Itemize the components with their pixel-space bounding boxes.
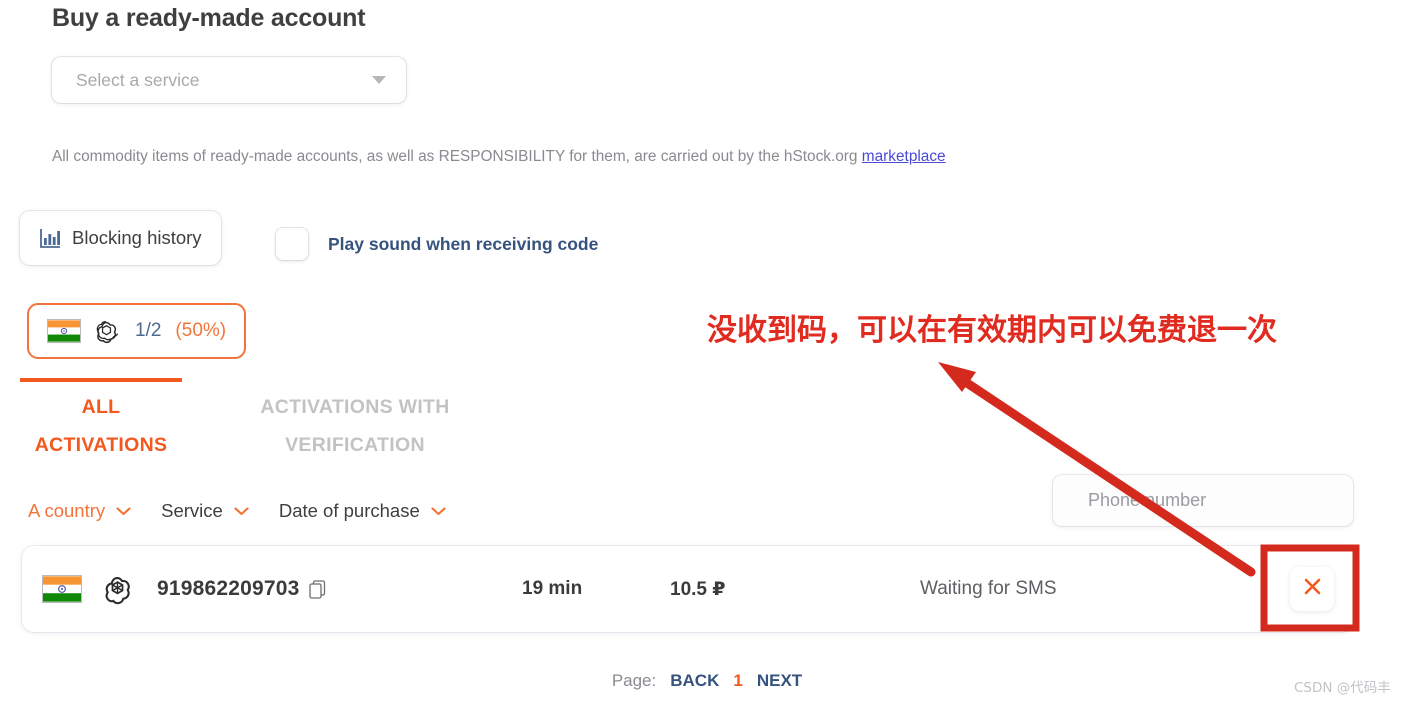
- copy-icon[interactable]: [300, 579, 326, 599]
- marketplace-notice-text: All commodity items of ready-made accoun…: [52, 148, 862, 165]
- filter-service-label: Service: [161, 500, 223, 521]
- play-sound-label: Play sound when receiving code: [328, 233, 599, 254]
- india-flag-icon: [42, 575, 82, 603]
- tab-all-activations[interactable]: ALL ACTIVATIONS: [20, 378, 182, 464]
- filter-bar: A country Service Date of purchase: [28, 500, 468, 522]
- filter-country[interactable]: A country: [28, 500, 131, 522]
- annotation-text: 没收到码，可以在有效期内可以免费退一次: [707, 313, 1277, 348]
- tab-activations-with-verification[interactable]: ACTIVATIONS WITH VERIFICATION: [226, 378, 484, 464]
- annotation-arrow-icon: [938, 362, 1256, 577]
- chevron-down-icon: [223, 506, 249, 516]
- page-title: Buy a ready-made account: [52, 4, 366, 32]
- activation-tabs: ALL ACTIVATIONS ACTIVATIONS WITH VERIFIC…: [20, 378, 484, 464]
- table-row[interactable]: 919862209703 19 min 10.5 ₽ Waiting for S…: [22, 546, 1354, 632]
- activation-status: Waiting for SMS: [920, 578, 1057, 599]
- blocking-history-button[interactable]: Blocking history: [20, 211, 221, 265]
- pagination-next[interactable]: NEXT: [757, 671, 802, 691]
- marketplace-link[interactable]: marketplace: [862, 148, 946, 165]
- chevron-down-icon: [372, 76, 386, 84]
- phone-number-value: 919862209703: [157, 577, 300, 600]
- blocking-history-label: Blocking history: [72, 227, 202, 248]
- play-sound-option[interactable]: Play sound when receiving code: [276, 228, 598, 260]
- india-flag-icon: [47, 319, 81, 343]
- bar-chart-icon: [39, 227, 62, 250]
- watermark: CSDN @代码丰: [1294, 680, 1391, 696]
- phone-number-search[interactable]: [1053, 475, 1353, 526]
- pagination-page-1[interactable]: 1: [733, 671, 742, 691]
- service-select[interactable]: Select a service: [52, 57, 406, 103]
- play-sound-checkbox[interactable]: [276, 228, 308, 260]
- marketplace-notice: All commodity items of ready-made accoun…: [52, 148, 946, 166]
- counter-percent: (50%): [175, 320, 227, 341]
- filter-country-label: A country: [28, 500, 106, 521]
- chevron-down-icon: [420, 506, 446, 516]
- page-root: Buy a ready-made account Select a servic…: [0, 0, 1414, 702]
- chevron-down-icon: [105, 506, 131, 516]
- activation-time: 19 min: [522, 578, 583, 599]
- pagination-label: Page:: [611, 671, 657, 690]
- filter-service[interactable]: Service: [161, 500, 249, 522]
- openai-logo-icon: [102, 574, 133, 605]
- filter-date-of-purchase[interactable]: Date of purchase: [279, 500, 446, 522]
- activation-counter-badge[interactable]: 1/2 (50%): [27, 303, 247, 359]
- phone-number-input[interactable]: [1086, 489, 1320, 512]
- counter-fraction: 1/2: [135, 320, 162, 341]
- cancel-activation-button[interactable]: [1290, 567, 1334, 611]
- activation-price: 10.5 ₽: [670, 578, 726, 600]
- filter-date-label: Date of purchase: [278, 500, 420, 521]
- pagination: Page: BACK 1 NEXT: [0, 671, 1414, 691]
- service-select-placeholder: Select a service: [76, 69, 200, 90]
- openai-logo-icon: [81, 319, 119, 344]
- pagination-back[interactable]: BACK: [670, 671, 719, 691]
- close-icon: [1302, 576, 1323, 602]
